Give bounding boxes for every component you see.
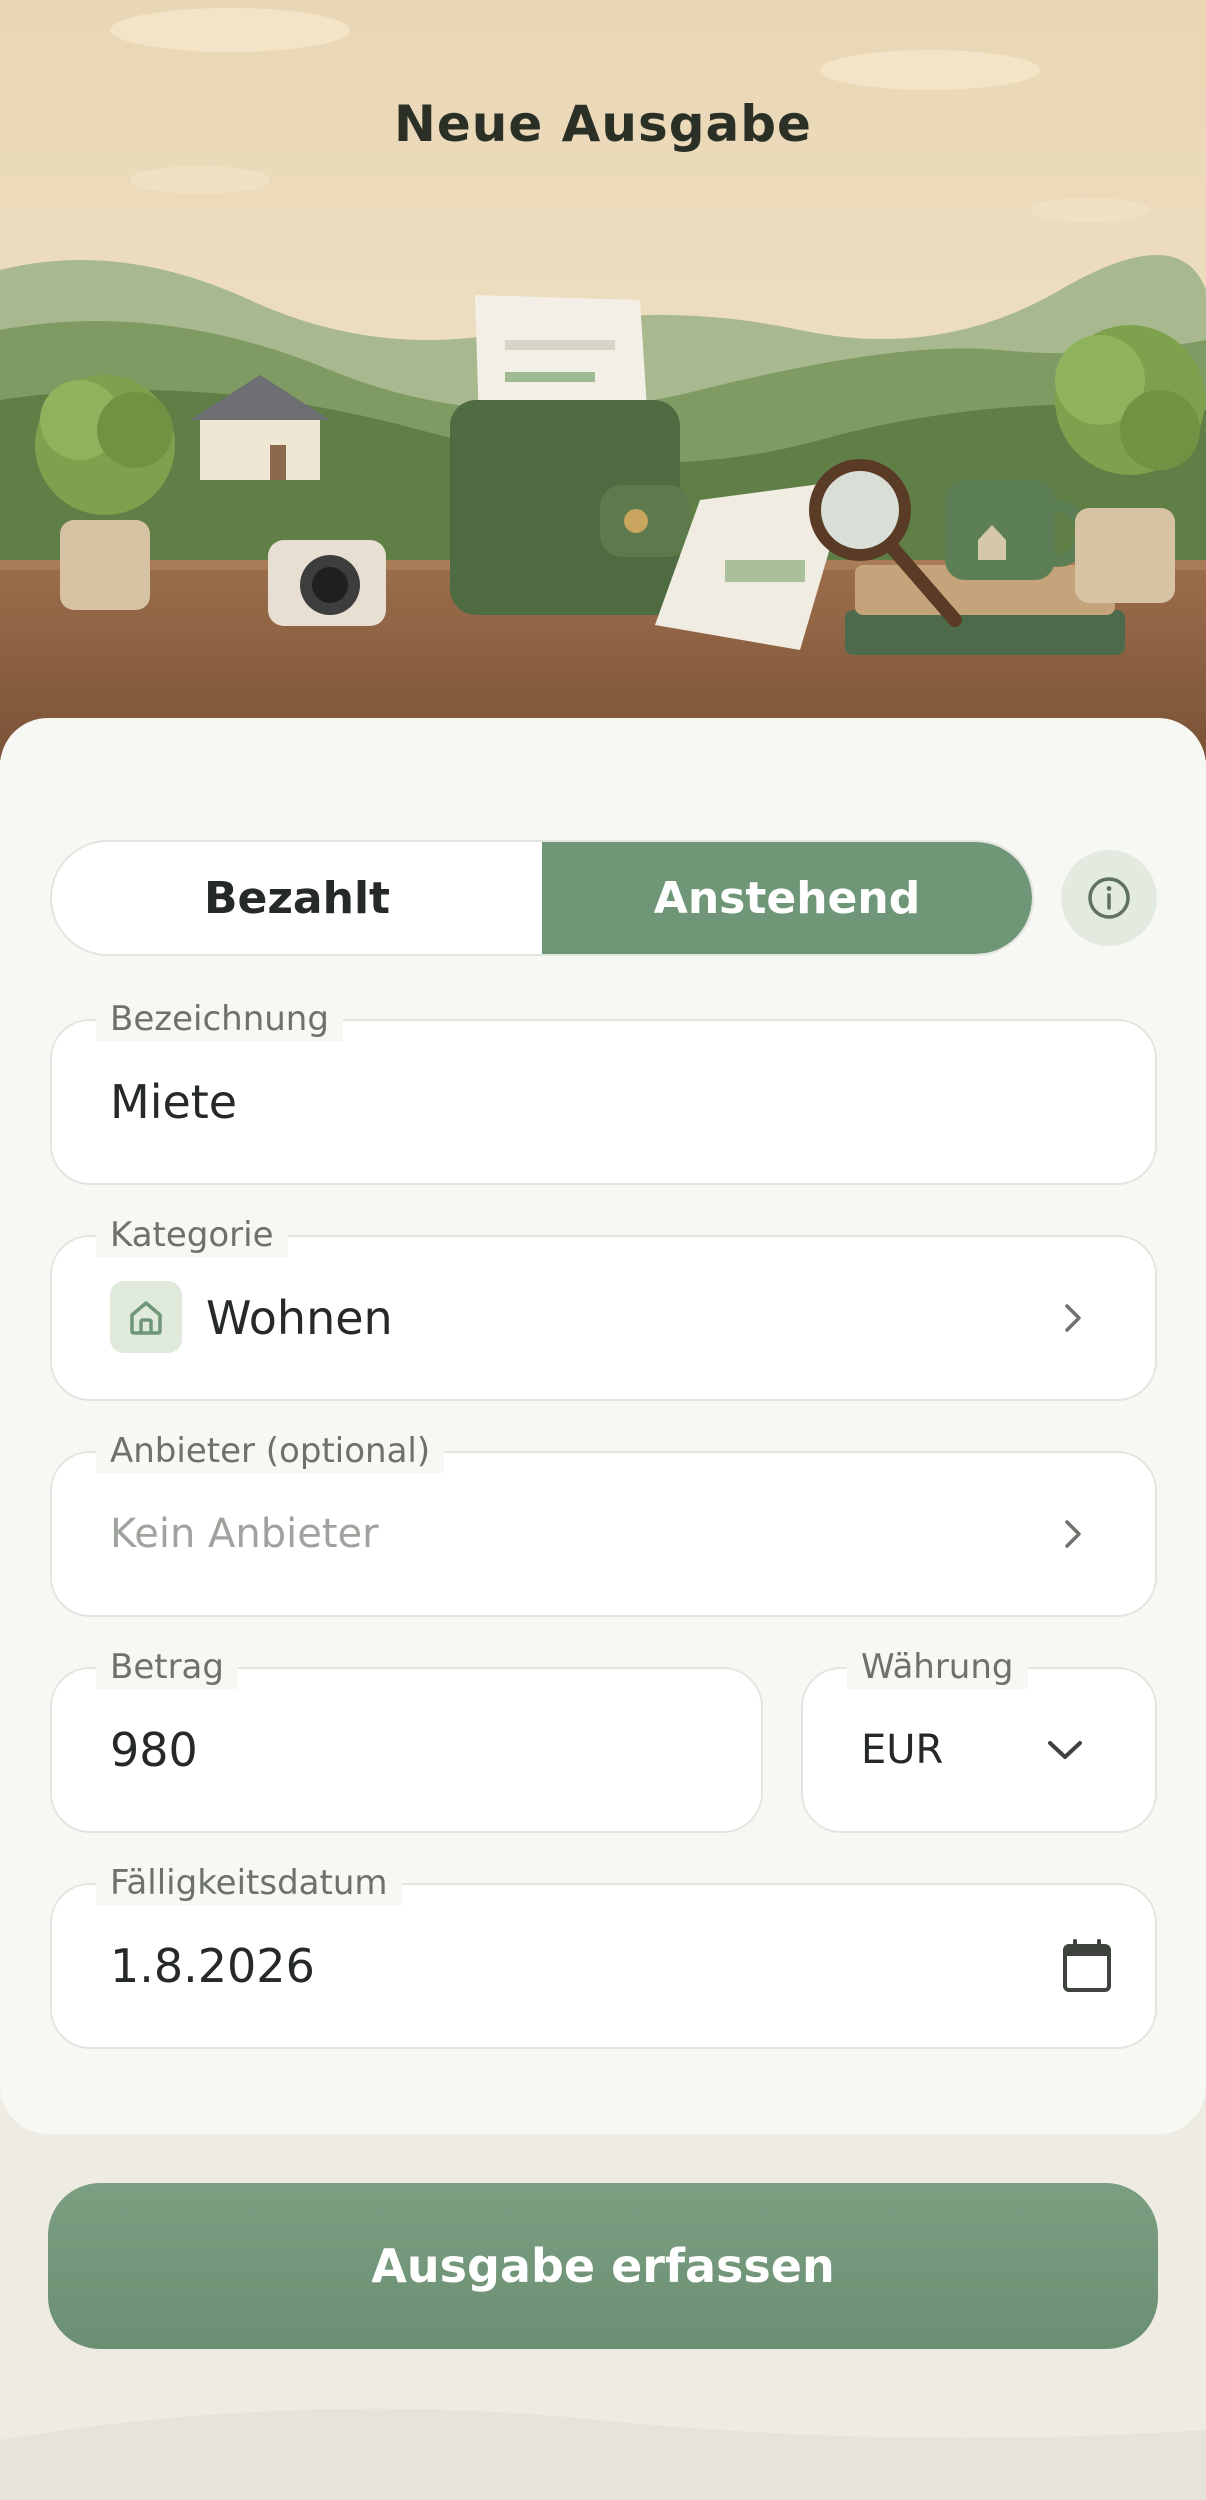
decorative-wave	[0, 2408, 1206, 2500]
chevron-right-icon	[1065, 1304, 1081, 1332]
home-icon	[110, 1281, 182, 1353]
category-field[interactable]: Kategorie Wohnen	[50, 1213, 1157, 1401]
currency-select[interactable]: Währung EUR	[801, 1645, 1157, 1833]
status-toggle: Bezahlt Anstehend	[50, 840, 1034, 956]
amount-value: 980	[110, 1723, 198, 1777]
calendar-icon[interactable]	[1061, 1938, 1113, 1994]
name-field[interactable]: Bezeichnung Miete	[50, 997, 1157, 1185]
status-paid-option[interactable]: Bezahlt	[52, 842, 542, 954]
due-date-field[interactable]: Fälligkeitsdatum 1.8.2026	[50, 1861, 1157, 2049]
provider-placeholder: Kein Anbieter	[110, 1511, 379, 1557]
chevron-down-icon	[1048, 1741, 1082, 1759]
provider-field[interactable]: Anbieter (optional) Kein Anbieter	[50, 1429, 1157, 1617]
status-pending-option[interactable]: Anstehend	[542, 842, 1032, 954]
page-title: Neue Ausgabe	[394, 95, 812, 153]
due-date-value: 1.8.2026	[110, 1939, 315, 1993]
currency-value: EUR	[861, 1727, 944, 1773]
category-value: Wohnen	[206, 1291, 393, 1345]
info-icon	[1088, 877, 1130, 919]
name-value: Miete	[110, 1075, 238, 1129]
submit-expense-button[interactable]: Ausgabe erfassen	[48, 2183, 1158, 2349]
info-button[interactable]	[1061, 850, 1157, 946]
amount-field[interactable]: Betrag 980	[50, 1645, 763, 1833]
chevron-right-icon	[1065, 1520, 1081, 1548]
